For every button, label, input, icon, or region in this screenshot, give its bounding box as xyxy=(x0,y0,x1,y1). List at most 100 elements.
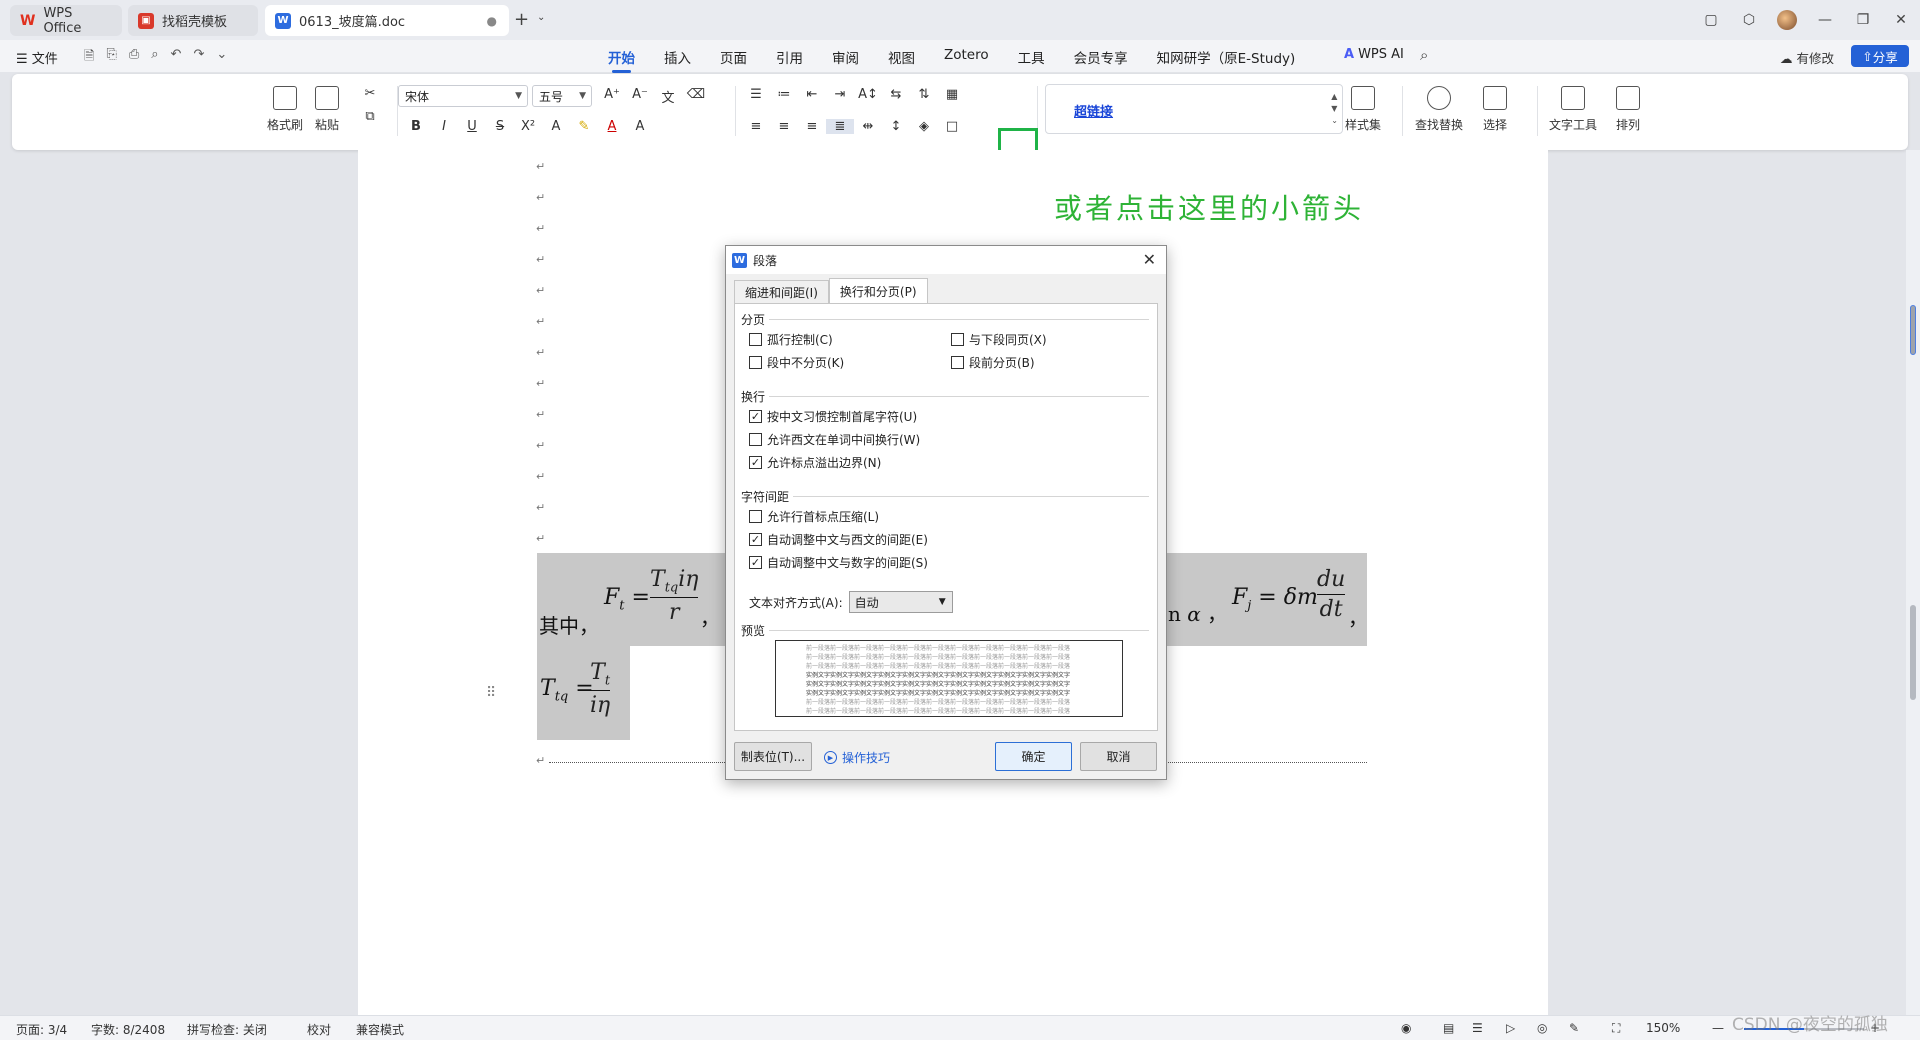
menu-tab-zotero[interactable]: Zotero xyxy=(944,47,989,67)
menu-tab-home[interactable]: 开始 xyxy=(608,47,635,73)
export-icon[interactable]: ⎘ xyxy=(106,47,116,69)
hanging-punct-checkbox[interactable]: ✓ 允许标点溢出边界(N) xyxy=(749,454,881,471)
ok-button[interactable]: 确定 xyxy=(995,742,1072,771)
align-right-icon[interactable]: ≡ xyxy=(798,119,826,134)
gallery-scroll-icon[interactable]: ▲ ▼ ⌄ xyxy=(1331,91,1338,127)
print-icon[interactable]: ⎙ xyxy=(129,47,139,69)
align-center-icon[interactable]: ≡ xyxy=(770,119,798,134)
print-preview-icon[interactable]: ⌕ xyxy=(151,47,158,69)
search-icon[interactable]: ⌕ xyxy=(1420,46,1428,64)
text-tools-button[interactable]: 文字工具 xyxy=(1549,86,1597,133)
menu-tab-review[interactable]: 审阅 xyxy=(832,47,859,67)
compress-punct-checkbox[interactable]: 允许行首标点压缩(L) xyxy=(749,508,879,525)
numbered-list-icon[interactable]: ≔ xyxy=(770,87,798,102)
cube-icon[interactable]: ⬡ xyxy=(1730,12,1768,28)
tab-line-page-break[interactable]: 换行和分页(P) xyxy=(828,278,928,303)
sort-icon[interactable]: ⇅ xyxy=(910,87,938,102)
strikethrough-icon[interactable]: S xyxy=(486,119,514,134)
cjk-rules-checkbox[interactable]: ✓ 按中文习惯控制首尾字符(U) xyxy=(749,408,917,425)
menu-tab-reference[interactable]: 引用 xyxy=(776,47,803,67)
shading-icon[interactable]: ◈ xyxy=(910,119,938,134)
style-gallery[interactable]: 超链接 ▲ ▼ ⌄ xyxy=(1045,84,1343,134)
spell-check-status[interactable]: 拼写检查: 关闭 xyxy=(187,1021,267,1038)
close-icon[interactable]: ✕ xyxy=(1882,12,1920,28)
menu-tab-tools[interactable]: 工具 xyxy=(1018,47,1045,67)
font-size-select[interactable]: 五号 ▼ xyxy=(532,85,592,107)
menu-tab-insert[interactable]: 插入 xyxy=(664,47,691,67)
page-view-icon[interactable]: ▤ xyxy=(1443,1021,1454,1035)
highlight-icon[interactable]: ✎ xyxy=(570,119,598,134)
fit-page-icon[interactable]: ⛶ xyxy=(1612,1021,1620,1036)
find-replace-button[interactable]: 查找替换 xyxy=(1415,86,1463,133)
align-left-icon[interactable]: ≡ xyxy=(742,119,770,134)
word-wrap-checkbox[interactable]: 允许西文在单词中间换行(W) xyxy=(749,431,920,448)
share-button[interactable]: ⇧ 分享 xyxy=(1851,45,1909,67)
border-icon[interactable]: □ xyxy=(938,119,966,134)
superscript-icon[interactable]: X² xyxy=(514,119,542,134)
format-painter-button[interactable]: 格式刷 xyxy=(267,86,303,133)
scroll-thumb[interactable] xyxy=(1910,305,1916,355)
menu-tab-estudy[interactable]: 知网研学（原E-Study) xyxy=(1157,47,1296,67)
auto-space-digit-checkbox[interactable]: ✓ 自动调整中文与数字的间距(S) xyxy=(749,554,928,571)
tab-template[interactable]: ▣ 找稻壳模板 xyxy=(128,5,258,36)
page-indicator[interactable]: 页面: 3/4 xyxy=(16,1021,67,1038)
close-icon[interactable]: ✕ xyxy=(1143,250,1156,269)
wps-ai-button[interactable]: A WPS AI xyxy=(1344,47,1404,62)
increase-indent-icon[interactable]: ⇥ xyxy=(826,87,854,102)
minimize-icon[interactable]: — xyxy=(1806,12,1844,28)
undo-icon[interactable]: ↶ xyxy=(171,47,182,69)
copy-icon[interactable]: ⧉ xyxy=(356,109,384,124)
chevron-down-icon[interactable]: ⌄ xyxy=(537,12,545,23)
unsaved-dot-icon[interactable]: ● xyxy=(487,14,497,28)
menu-tab-member[interactable]: 会员专享 xyxy=(1074,47,1128,67)
font-color-icon[interactable]: A xyxy=(598,119,626,134)
eye-icon[interactable]: ◉ xyxy=(1401,1021,1411,1035)
table-icon[interactable]: ▦ xyxy=(938,87,966,102)
outline-view-icon[interactable]: ☰ xyxy=(1472,1021,1483,1035)
sort-swap-icon[interactable]: ⇆ xyxy=(882,87,910,102)
select-button[interactable]: 选择 xyxy=(1483,86,1507,133)
arrange-button[interactable]: 排列 xyxy=(1616,86,1640,133)
file-menu[interactable]: ☰ 文件 xyxy=(16,48,58,67)
font-family-select[interactable]: 宋体 ▼ xyxy=(398,85,528,107)
line-spacing-icon[interactable]: ↕ xyxy=(882,119,910,134)
bullet-list-icon[interactable]: ☰ xyxy=(742,87,770,102)
word-count[interactable]: 字数: 8/2408 xyxy=(91,1021,165,1038)
tab-indent-spacing[interactable]: 缩进和间距(I) xyxy=(734,280,829,303)
clear-format-icon[interactable]: ⌫ xyxy=(682,87,710,106)
play-icon[interactable]: ▷ xyxy=(1506,1021,1515,1035)
grow-font-icon[interactable]: A⁺ xyxy=(598,87,626,106)
cancel-button[interactable]: 取消 xyxy=(1080,742,1157,771)
italic-icon[interactable]: I xyxy=(430,119,458,134)
redo-icon[interactable]: ↷ xyxy=(193,47,204,69)
save-icon[interactable]: 🗎 xyxy=(84,47,94,69)
zoom-level[interactable]: 150% xyxy=(1646,1021,1680,1035)
widow-control-checkbox[interactable]: 孤行控制(C) xyxy=(749,331,833,348)
menu-tab-page[interactable]: 页面 xyxy=(720,47,747,67)
menu-tab-view[interactable]: 视图 xyxy=(888,47,915,67)
keep-with-next-checkbox[interactable]: 与下段同页(X) xyxy=(951,331,1047,348)
more-icon[interactable]: ⌄ xyxy=(216,47,227,69)
tab-stops-button[interactable]: 制表位(T)... xyxy=(734,742,812,771)
page-break-before-checkbox[interactable]: 段前分页(B) xyxy=(951,354,1035,371)
auto-space-latin-checkbox[interactable]: ✓ 自动调整中文与西文的间距(E) xyxy=(749,531,928,548)
keep-lines-checkbox[interactable]: 段中不分页(K) xyxy=(749,354,844,371)
web-view-icon[interactable]: ◎ xyxy=(1537,1021,1547,1035)
drag-handle-icon[interactable]: ⠿ xyxy=(486,685,496,701)
scroll-thumb-secondary[interactable] xyxy=(1910,605,1916,700)
new-tab-icon[interactable]: + xyxy=(514,9,529,30)
tab-document[interactable]: W 0613_坡度篇.doc ● xyxy=(265,5,509,36)
style-set-button[interactable]: 样式集 xyxy=(1345,86,1381,133)
shrink-font-icon[interactable]: A⁻ xyxy=(626,87,654,106)
avatar[interactable] xyxy=(1777,10,1797,30)
tab-wps-office[interactable]: W WPS Office xyxy=(10,5,122,36)
underline-icon[interactable]: U xyxy=(458,119,486,134)
proofread-button[interactable]: 校对 xyxy=(307,1021,331,1038)
style-hyperlink[interactable]: 超链接 xyxy=(1074,101,1113,120)
cut-icon[interactable]: ✂ xyxy=(356,86,384,101)
justify-icon[interactable]: ≣ xyxy=(826,119,854,134)
decrease-indent-icon[interactable]: ⇤ xyxy=(798,87,826,102)
phonetic-icon[interactable]: 文 xyxy=(654,87,682,106)
paste-button[interactable]: 粘贴 xyxy=(315,86,339,133)
modify-status[interactable]: ☁ 有修改 xyxy=(1780,48,1834,67)
